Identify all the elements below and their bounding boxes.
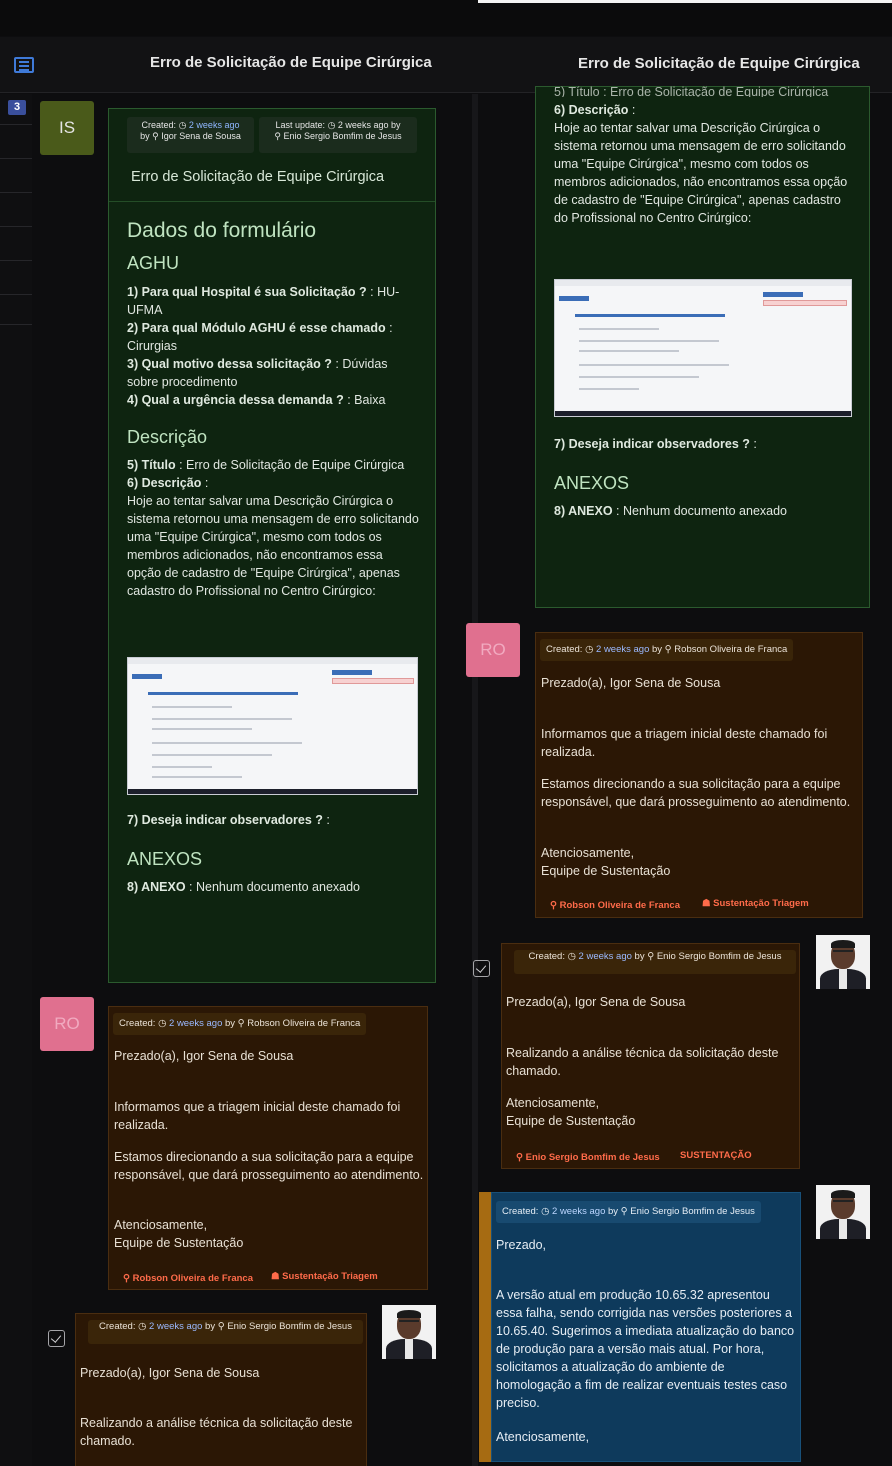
reply-team-sign: Equipe de Sustentação bbox=[506, 1114, 636, 1128]
description-text: Hoje ao tentar salvar uma Descrição Cirú… bbox=[127, 494, 419, 598]
qa-2: 2) Para qual Módulo AGHU é esse chamado … bbox=[127, 321, 393, 353]
avatar: RO bbox=[466, 623, 520, 677]
check-icon[interactable] bbox=[48, 1330, 65, 1347]
reply-card-triagem: Created: ◷ 2 weeks ago by ⚲ Robson Olive… bbox=[108, 1006, 428, 1290]
attached-screenshot[interactable] bbox=[554, 279, 852, 417]
reply-team-sign: Equipe de Sustentação bbox=[541, 864, 671, 878]
reply-meta: Created: ◷ 2 weeks ago by ⚲ Robson Olive… bbox=[113, 1013, 367, 1035]
qa-7: 7) Deseja indicar observadores ? : bbox=[554, 437, 757, 451]
rail-item[interactable] bbox=[0, 260, 32, 261]
reply-greeting: Prezado(a), Igor Sena de Sousa bbox=[506, 995, 686, 1009]
ticket-view: Erro de Solicitação de Equipe Cirúrgica … bbox=[0, 0, 892, 1466]
last-update-author[interactable]: Enio Sergio Bomfim de Jesus bbox=[284, 131, 402, 141]
footer-author[interactable]: ⚲ Robson Oliveira de Franca bbox=[123, 1273, 253, 1284]
qa-8: 8) ANEXO : Nenhum documento anexado bbox=[127, 880, 360, 894]
card-title: Erro de Solicitação de Equipe Cirúrgica bbox=[131, 169, 385, 185]
footer-team[interactable]: ☗ Sustentação Triagem bbox=[271, 1271, 378, 1282]
rail-item[interactable] bbox=[0, 124, 32, 125]
reply-signoff: Atenciosamente, bbox=[496, 1430, 590, 1444]
internal-note-marker bbox=[479, 1192, 491, 1462]
user-photo bbox=[382, 1305, 436, 1359]
description-text: Hoje ao tentar salvar uma Descrição Cirú… bbox=[554, 121, 848, 225]
qa-8: 8) ANEXO : Nenhum documento anexado bbox=[554, 504, 787, 518]
user-photo bbox=[816, 1185, 870, 1239]
attached-screenshot[interactable] bbox=[127, 657, 418, 795]
last-update-meta: Last update: ◷ 2 weeks ago by ⚲ Enio Ser… bbox=[259, 117, 417, 153]
avatar: RO bbox=[40, 997, 94, 1051]
section-descricao: Descrição bbox=[127, 427, 208, 447]
reply-meta: Created: ◷ 2 weeks ago by ⚲ Enio Sergio … bbox=[88, 1320, 363, 1344]
rail-item[interactable] bbox=[0, 324, 32, 325]
partial-title-line: 5) Título : Erro de Solicitação de Equip… bbox=[554, 85, 829, 97]
reply-team-sign: Equipe de Sustentação bbox=[114, 1236, 244, 1250]
created-meta: Created: ◷ 2 weeks ago by ⚲ Igor Sena de… bbox=[127, 117, 254, 153]
reply-meta: Created: ◷ 2 weeks ago by ⚲ Enio Sergio … bbox=[514, 950, 796, 974]
reply-author[interactable]: Robson Oliveira de Franca bbox=[674, 644, 787, 655]
check-icon[interactable] bbox=[473, 960, 490, 977]
reply-author[interactable]: Enio Sergio Bomfim de Jesus bbox=[227, 1321, 352, 1332]
reply-paragraph: A versão atual em produção 10.65.32 apre… bbox=[496, 1288, 795, 1410]
ticket-title-right: Erro de Solicitação de Equipe Cirúrgica bbox=[578, 55, 860, 72]
reply-author[interactable]: Enio Sergio Bomfim de Jesus bbox=[630, 1206, 755, 1217]
form-content: 6) Descrição : Hoje ao tentar salvar uma… bbox=[554, 101, 854, 227]
form-content-bottom: 7) Deseja indicar observadores ? : ANEXO… bbox=[554, 435, 854, 520]
footer-author[interactable]: ⚲ Enio Sergio Bomfim de Jesus bbox=[516, 1152, 660, 1163]
rail-item[interactable] bbox=[0, 192, 32, 193]
reply-author[interactable]: Robson Oliveira de Franca bbox=[247, 1018, 360, 1029]
qa-6: 6) Descrição : bbox=[127, 476, 209, 490]
footer-team[interactable]: SUSTENTAÇÃO bbox=[680, 1150, 752, 1161]
column-divider bbox=[472, 94, 478, 1466]
reply-card-triagem: Created: ◷ 2 weeks ago by ⚲ Robson Olive… bbox=[535, 632, 863, 918]
reply-paragraph: Realizando a análise técnica da solicita… bbox=[506, 1046, 779, 1078]
left-rail: 3 bbox=[0, 94, 32, 1466]
reply-card-analise: Created: ◷ 2 weeks ago by ⚲ Enio Sergio … bbox=[75, 1313, 367, 1466]
section-anexos: ANEXOS bbox=[554, 473, 630, 493]
reply-paragraph: Informamos que a triagem inicial deste c… bbox=[541, 727, 828, 759]
qa-5: 5) Título : Erro de Solicitação de Equip… bbox=[127, 458, 405, 472]
qa-4: 4) Qual a urgência dessa demanda ? : Bai… bbox=[127, 393, 386, 407]
reply-card-versao: Created: ◷ 2 weeks ago by ⚲ Enio Sergio … bbox=[491, 1192, 801, 1462]
ticket-description-card-continued: 5) Título : Erro de Solicitação de Equip… bbox=[535, 85, 870, 608]
footer-author[interactable]: ⚲ Robson Oliveira de Franca bbox=[550, 900, 680, 911]
reply-signoff: Atenciosamente, bbox=[114, 1218, 208, 1232]
reply-card-analise: Created: ◷ 2 weeks ago by ⚲ Enio Sergio … bbox=[501, 943, 800, 1169]
rail-item[interactable] bbox=[0, 158, 32, 159]
reply-signoff: Atenciosamente, bbox=[506, 1096, 600, 1110]
reply-paragraph: Realizando a análise técnica da solicita… bbox=[80, 1416, 353, 1448]
reply-greeting: Prezado(a), Igor Sena de Sousa bbox=[80, 1366, 260, 1380]
footer-team[interactable]: ☗ Sustentação Triagem bbox=[702, 898, 809, 909]
ticket-description-card: Created: ◷ 2 weeks ago by ⚲ Igor Sena de… bbox=[108, 108, 436, 983]
form-content-bottom: 7) Deseja indicar observadores ? : ANEXO… bbox=[127, 811, 419, 896]
list-icon[interactable] bbox=[14, 57, 34, 73]
reply-meta: Created: ◷ 2 weeks ago by ⚲ Robson Olive… bbox=[540, 639, 794, 661]
reply-greeting: Prezado(a), Igor Sena de Sousa bbox=[541, 676, 721, 690]
reply-paragraph: Estamos direcionando a sua solicitação p… bbox=[114, 1150, 424, 1182]
rail-item[interactable] bbox=[0, 226, 32, 227]
rail-item[interactable] bbox=[0, 294, 32, 295]
form-heading: Dados do formulário bbox=[127, 219, 317, 242]
reply-author[interactable]: Enio Sergio Bomfim de Jesus bbox=[657, 951, 782, 962]
reply-greeting: Prezado(a), Igor Sena de Sousa bbox=[114, 1049, 294, 1063]
reply-signoff: Atenciosamente, bbox=[541, 846, 635, 860]
divider bbox=[109, 201, 435, 202]
reply-meta: Created: ◷ 2 weeks ago by ⚲ Enio Sergio … bbox=[496, 1201, 761, 1223]
reply-greeting: Prezado, bbox=[496, 1238, 547, 1252]
ticket-title-left: Erro de Solicitação de Equipe Cirúrgica bbox=[150, 54, 432, 71]
qa-6: 6) Descrição : bbox=[554, 103, 636, 117]
reply-paragraph: Informamos que a triagem inicial deste c… bbox=[114, 1100, 401, 1132]
section-anexos: ANEXOS bbox=[127, 849, 203, 869]
avatar: IS bbox=[40, 101, 94, 155]
top-strip bbox=[0, 0, 892, 36]
created-by-author[interactable]: Igor Sena de Sousa bbox=[161, 131, 241, 141]
qa-7: 7) Deseja indicar observadores ? : bbox=[127, 813, 330, 827]
qa-3: 3) Qual motivo dessa solicitação ? : Dúv… bbox=[127, 357, 388, 389]
count-badge[interactable]: 3 bbox=[8, 100, 26, 115]
form-content: Dados do formulário AGHU 1) Para qual Ho… bbox=[127, 219, 419, 600]
reply-paragraph: Estamos direcionando a sua solicitação p… bbox=[541, 777, 851, 809]
qa-1: 1) Para qual Hospital é sua Solicitação … bbox=[127, 285, 400, 317]
section-aghu: AGHU bbox=[127, 253, 180, 273]
user-photo bbox=[816, 935, 870, 989]
top-highlight bbox=[478, 0, 892, 3]
